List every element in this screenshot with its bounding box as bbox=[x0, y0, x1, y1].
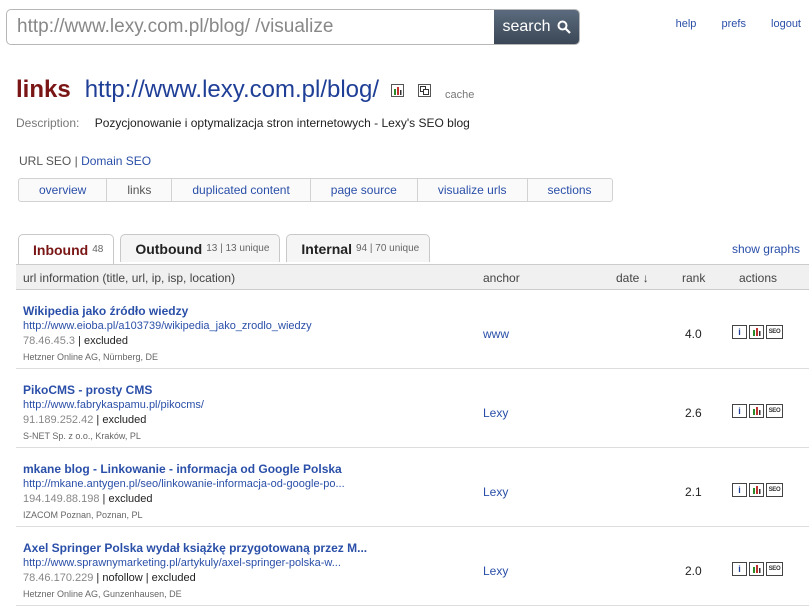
link-tabs: Inbound 48 Outbound 13 | 13 unique Inter… bbox=[18, 234, 431, 264]
search-button[interactable]: search bbox=[494, 10, 579, 44]
row-flags: | excluded bbox=[102, 493, 153, 505]
row-ip: 194.149.88.198 | excluded bbox=[23, 493, 152, 505]
search-icon bbox=[557, 20, 571, 34]
table-row: mkane blog - Linkowanie - informacja od … bbox=[16, 448, 809, 527]
row-isp: Hetzner Online AG, Gunzenhausen, DE bbox=[23, 589, 182, 599]
nav-page-source[interactable]: page source bbox=[311, 179, 418, 201]
seo-icon[interactable]: SEO bbox=[766, 562, 783, 576]
tab-label: Inbound bbox=[33, 241, 89, 258]
nav-visualize-urls[interactable]: visualize urls bbox=[418, 179, 528, 201]
nav-links[interactable]: links bbox=[107, 179, 173, 201]
row-rank: 2.0 bbox=[685, 564, 702, 578]
info-icon[interactable]: i bbox=[732, 483, 747, 497]
nav-overview[interactable]: overview bbox=[19, 179, 108, 201]
bar-chart-icon[interactable] bbox=[749, 404, 764, 418]
description: Description: Pozycjonowanie i optymaliza… bbox=[16, 116, 470, 130]
seo-switch: URL SEO | Domain SEO bbox=[19, 154, 151, 168]
row-rank: 4.0 bbox=[685, 327, 702, 341]
row-url-link[interactable]: http://mkane.antygen.pl/seo/linkowanie-i… bbox=[23, 478, 345, 490]
row-anchor: Lexy bbox=[483, 564, 509, 578]
row-anchor: www bbox=[483, 327, 509, 341]
header-date[interactable]: date ↓ bbox=[616, 271, 649, 285]
table-header: url information (title, url, ip, isp, lo… bbox=[16, 264, 809, 290]
tab-count: 48 bbox=[92, 244, 104, 255]
row-title-link[interactable]: PikoCMS - prosty CMS bbox=[23, 383, 152, 397]
row-actions: i SEO bbox=[732, 325, 783, 339]
table-row: Wikipedia jako źródło wiedzy http://www.… bbox=[16, 290, 809, 369]
row-actions: i SEO bbox=[732, 562, 783, 576]
row-ip-value: 78.46.170.229 bbox=[23, 572, 94, 584]
table-row: PikoCMS - prosty CMS http://www.fabrykas… bbox=[16, 369, 809, 448]
row-flags: | nofollow | excluded bbox=[96, 572, 196, 584]
row-isp: S-NET Sp. z o.o., Kraków, PL bbox=[23, 431, 141, 441]
row-title-link[interactable]: Axel Springer Polska wydał książkę przyg… bbox=[23, 541, 367, 555]
bar-chart-icon[interactable] bbox=[749, 562, 764, 576]
row-flags: | excluded bbox=[78, 335, 129, 347]
tab-label: Internal bbox=[301, 240, 352, 257]
row-isp: IZACOM Poznan, Poznan, PL bbox=[23, 510, 143, 520]
bar-chart-icon[interactable] bbox=[749, 483, 764, 497]
description-text: Pozycjonowanie i optymalizacja stron int… bbox=[94, 116, 470, 130]
info-icon[interactable]: i bbox=[732, 562, 747, 576]
bar-chart-icon[interactable] bbox=[749, 325, 764, 339]
row-ip-value: 91.189.252.42 bbox=[23, 414, 94, 426]
row-anchor: Lexy bbox=[483, 485, 509, 499]
row-ip-value: 78.46.45.3 bbox=[23, 335, 75, 347]
info-icon[interactable]: i bbox=[732, 325, 747, 339]
tab-count: 94 | 70 unique bbox=[356, 243, 420, 254]
url-seo-label: URL SEO bbox=[19, 154, 72, 168]
section-nav: overview links duplicated content page s… bbox=[18, 178, 613, 202]
row-actions: i SEO bbox=[732, 483, 783, 497]
row-flags: | excluded bbox=[96, 414, 147, 426]
header-actions: actions bbox=[739, 271, 778, 285]
domain-seo-link[interactable]: Domain SEO bbox=[81, 154, 151, 168]
row-title-link[interactable]: mkane blog - Linkowanie - informacja od … bbox=[23, 462, 342, 476]
search-box: search bbox=[6, 9, 580, 45]
top-links: help prefs logout bbox=[654, 18, 801, 30]
title-row: links http://www.lexy.com.pl/blog/ cache bbox=[16, 73, 474, 107]
prefs-link[interactable]: prefs bbox=[721, 18, 745, 30]
info-icon[interactable]: i bbox=[732, 404, 747, 418]
header-rank[interactable]: rank bbox=[682, 271, 705, 285]
row-ip: 78.46.170.229 | nofollow | excluded bbox=[23, 572, 196, 584]
links-table: url information (title, url, ip, isp, lo… bbox=[16, 264, 809, 606]
seo-icon[interactable]: SEO bbox=[766, 325, 783, 339]
show-graphs-link[interactable]: show graphs bbox=[732, 242, 800, 256]
header-info: url information (title, url, ip, isp, lo… bbox=[23, 271, 236, 285]
header-anchor: anchor bbox=[483, 271, 520, 285]
table-row: Axel Springer Polska wydał książkę przyg… bbox=[16, 527, 809, 606]
tab-label: Outbound bbox=[135, 240, 203, 257]
logout-link[interactable]: logout bbox=[771, 18, 801, 30]
row-ip: 91.189.252.42 | excluded bbox=[23, 414, 146, 426]
nav-sections[interactable]: sections bbox=[528, 179, 612, 201]
description-label: Description: bbox=[16, 116, 80, 130]
search-button-label: search bbox=[502, 18, 551, 35]
row-ip: 78.46.45.3 | excluded bbox=[23, 335, 128, 347]
bar-chart-icon[interactable] bbox=[391, 83, 405, 97]
row-anchor: Lexy bbox=[483, 406, 509, 420]
row-url-link[interactable]: http://www.sprawnymarketing.pl/artykuly/… bbox=[23, 557, 341, 569]
tab-internal[interactable]: Internal 94 | 70 unique bbox=[286, 234, 431, 262]
cache-link[interactable]: cache bbox=[445, 89, 474, 101]
row-isp: Hetzner Online AG, Nürnberg, DE bbox=[23, 352, 159, 362]
row-actions: i SEO bbox=[732, 404, 783, 418]
copy-icon[interactable] bbox=[418, 83, 432, 97]
tab-count: 13 | 13 unique bbox=[206, 243, 270, 254]
search-input[interactable] bbox=[7, 10, 495, 44]
seo-separator: | bbox=[74, 154, 78, 168]
row-url-link[interactable]: http://www.fabrykaspamu.pl/pikocms/ bbox=[23, 399, 204, 411]
seo-icon[interactable]: SEO bbox=[766, 404, 783, 418]
row-url-link[interactable]: http://www.eioba.pl/a103739/wikipedia_ja… bbox=[23, 320, 312, 332]
tab-outbound[interactable]: Outbound 13 | 13 unique bbox=[120, 234, 281, 262]
nav-duplicated-content[interactable]: duplicated content bbox=[172, 179, 311, 201]
seo-icon[interactable]: SEO bbox=[766, 483, 783, 497]
row-rank: 2.1 bbox=[685, 485, 702, 499]
page-url-link[interactable]: http://www.lexy.com.pl/blog/ bbox=[85, 76, 379, 104]
row-rank: 2.6 bbox=[685, 406, 702, 420]
page-title: links bbox=[16, 76, 71, 103]
row-ip-value: 194.149.88.198 bbox=[23, 493, 100, 505]
help-link[interactable]: help bbox=[676, 18, 697, 30]
tab-inbound[interactable]: Inbound 48 bbox=[18, 234, 115, 264]
row-title-link[interactable]: Wikipedia jako źródło wiedzy bbox=[23, 304, 188, 318]
